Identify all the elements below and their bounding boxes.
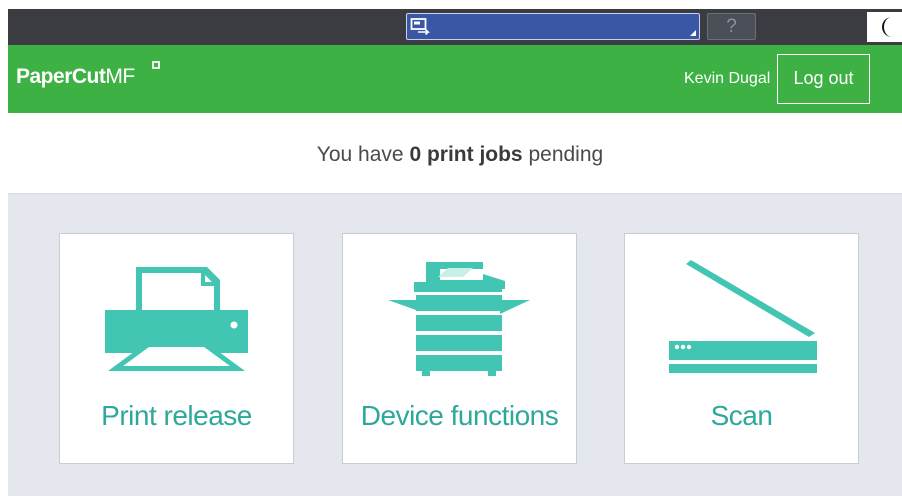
logo-brand: PaperCut — [16, 65, 106, 88]
papercut-logo: PaperCutMF — [16, 65, 135, 89]
app-header: PaperCutMF Kevin Dugal Log out — [8, 45, 902, 113]
input-source-selector[interactable] — [406, 13, 700, 40]
logo-suffix: MF — [105, 65, 135, 88]
print-release-tile[interactable]: Print release — [59, 233, 294, 464]
dropdown-corner-icon — [690, 30, 696, 36]
status-prefix: You have — [316, 143, 410, 166]
user-name: Kevin Dugal — [684, 70, 771, 87]
moon-icon — [882, 17, 892, 37]
device-functions-tile[interactable]: Device functions — [342, 233, 577, 464]
status-panel: You have 0 print jobs pending — [0, 113, 902, 193]
copier-icon — [388, 262, 530, 376]
device-functions-label: Device functions — [360, 400, 559, 431]
system-bar: ? — [0, 0, 902, 45]
scan-tile[interactable]: Scan — [624, 233, 859, 464]
energy-saver-button[interactable] — [867, 12, 902, 42]
pending-job-count: 0 print jobs — [409, 143, 523, 166]
print-release-label: Print release — [101, 400, 252, 431]
help-button[interactable]: ? — [707, 13, 756, 40]
scan-label: Scan — [710, 400, 773, 431]
function-tiles: Print release Device functions Scan — [8, 193, 902, 496]
scanner-icon — [669, 260, 817, 373]
screen-switch-icon — [410, 17, 432, 37]
printer-icon — [105, 267, 248, 371]
status-suffix: pending — [522, 143, 604, 166]
pending-jobs-message: You have 0 print jobs pending — [0, 143, 902, 167]
logo-mark-icon — [152, 61, 160, 69]
logout-button[interactable]: Log out — [777, 54, 870, 104]
